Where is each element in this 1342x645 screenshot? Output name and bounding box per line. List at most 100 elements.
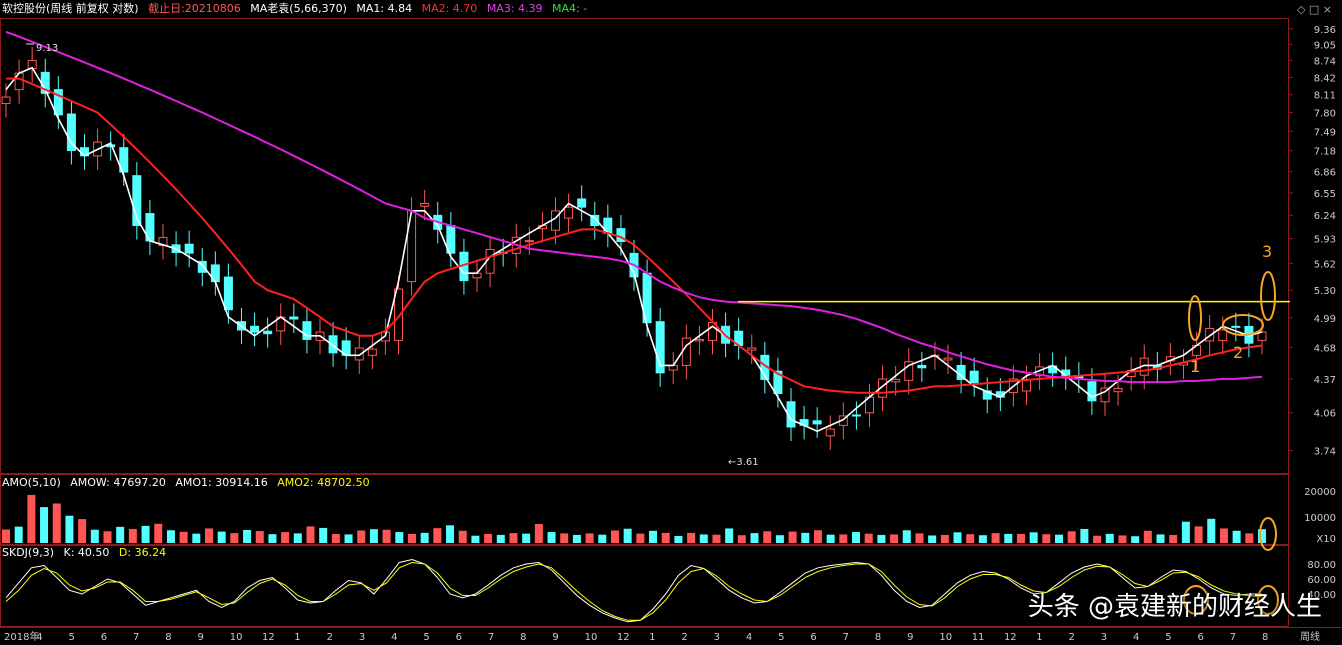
max-price-label: 9.13 (36, 43, 58, 54)
time-tick-label: 6 (101, 632, 107, 643)
amount-bar (243, 530, 252, 543)
mark-label-1: 1 (1190, 357, 1200, 376)
amount-bar (1169, 534, 1178, 543)
amount-bar (547, 532, 556, 543)
mark-circle-2 (1222, 314, 1264, 336)
time-tick-label: 4 (746, 632, 752, 643)
candle-body (747, 347, 757, 351)
amount-bar (90, 529, 99, 543)
amount-axis-ticks: 20000 10000 X10 (1304, 487, 1336, 545)
amount-bar (1029, 532, 1038, 543)
ma-indicator-name[interactable]: MA老袁(5,66,370) (250, 2, 347, 15)
panel-borders (0, 18, 1342, 628)
skdj-indicator-name[interactable]: SKDJ(9,3) (2, 546, 54, 559)
candle-body (1231, 325, 1241, 328)
time-tick-label: 6 (1197, 632, 1203, 643)
amount-bar (192, 533, 201, 543)
amount-bar (319, 527, 328, 543)
time-tick-label: 2 (327, 632, 333, 643)
candle-body (302, 321, 312, 340)
time-tick-label: 4 (391, 632, 397, 643)
amount-bar (496, 534, 505, 543)
price-tick-label: 6.86 (1314, 168, 1336, 179)
time-tick-label: 3 (714, 632, 720, 643)
candle-body (851, 414, 861, 417)
amount-bar (788, 531, 797, 543)
ma3-value: MA3: 4.39 (486, 2, 543, 15)
time-tick-label: 9 (907, 632, 913, 643)
amount-bar (763, 531, 772, 543)
price-tick-label: 5.93 (1314, 235, 1336, 246)
time-axis-ticks: 2018年4 5 6 7 8 9 10 12 1 2 3 4 5 6 7 8 9 10 12 1 2 3 4 5 6 7 8 9 10 1… (4, 630, 1320, 643)
amount-bar (902, 530, 911, 543)
amount-bar (839, 534, 848, 543)
time-tick-label: 2 (681, 632, 687, 643)
time-tick-label: 6 (810, 632, 816, 643)
candle-body (367, 348, 377, 356)
amount-bar (699, 534, 708, 543)
time-tick-label: 8 (1262, 632, 1268, 643)
amount-bar (953, 532, 962, 543)
amo1-value: AMO1: 30914.16 (175, 476, 268, 489)
amo-indicator-name[interactable]: AMO(5,10) (2, 476, 61, 489)
amount-bar (623, 528, 632, 543)
amount-bar (103, 531, 112, 543)
skdj-tick-label: 60.00 (1307, 575, 1336, 586)
amount-bar (852, 532, 861, 543)
amount-bar (395, 532, 404, 543)
price-tick-label: 6.24 (1314, 211, 1336, 222)
candle-body (812, 420, 822, 425)
amount-bar (281, 532, 290, 543)
amow-value: AMOW: 47697.20 (70, 476, 166, 489)
price-tick-label: 9.36 (1314, 25, 1336, 36)
price-tick-label: 6.55 (1314, 189, 1336, 200)
moving-average-lines (5, 30, 1263, 433)
stock-chart-canvas[interactable]: 9.36 9.05 8.74 8.42 8.11 7.80 7.49 7.18 6.86 6.55… (0, 0, 1342, 645)
candle-body (694, 338, 704, 342)
ma1-value: MA1: 4.84 (356, 2, 413, 15)
amount-bar (1131, 536, 1140, 543)
time-tick-label: 10 (230, 632, 243, 643)
price-tick-label: 5.62 (1314, 259, 1336, 270)
amount-bars (2, 494, 1266, 543)
time-tick-label: 7 (1230, 632, 1236, 643)
amount-bar (52, 503, 61, 543)
amount-bar (78, 519, 87, 543)
time-tick-label: 1 (294, 632, 300, 643)
candle-body (524, 240, 534, 243)
price-tick-label: 3.74 (1314, 446, 1336, 457)
amount-bar (598, 534, 607, 543)
amount-bar (369, 529, 378, 543)
stock-title[interactable]: 软控股份(周线 前复权 对数) (2, 2, 139, 15)
ma-line-ma2 (6, 77, 1263, 394)
amount-bar (801, 532, 810, 543)
amount-bar (1156, 534, 1165, 543)
price-axis-ticks: 9.36 9.05 8.74 8.42 8.11 7.80 7.49 7.18 6.86 6.55… (1288, 25, 1336, 457)
amount-bar (255, 531, 264, 543)
amount-bar (890, 534, 899, 543)
amount-bar (306, 526, 315, 543)
amount-bar (1004, 533, 1013, 543)
time-tick-label: 9 (552, 632, 558, 643)
amount-bar (1207, 518, 1216, 543)
time-tick-label: 5 (778, 632, 784, 643)
amount-bar (1105, 533, 1114, 543)
candle-body (577, 198, 587, 208)
ma4-value: MA4: - (552, 2, 588, 15)
amount-bar (217, 531, 226, 543)
time-tick-label: 2018年 (4, 630, 39, 643)
amount-bar (484, 533, 493, 543)
candle-body (1, 96, 11, 105)
amount-bar (1143, 530, 1152, 543)
amount-bar (928, 535, 937, 543)
time-tick-label: 5 (423, 632, 429, 643)
amount-bar (458, 530, 467, 543)
window-controls[interactable]: ◇ □ × (1297, 3, 1332, 16)
candle-body (825, 428, 835, 437)
amount-bar (661, 532, 670, 543)
time-tick-label: 10 (585, 632, 598, 643)
amount-bar (1055, 534, 1064, 543)
amount-bar (813, 530, 822, 543)
amount-bar (1016, 533, 1025, 543)
amount-bar (585, 533, 594, 543)
